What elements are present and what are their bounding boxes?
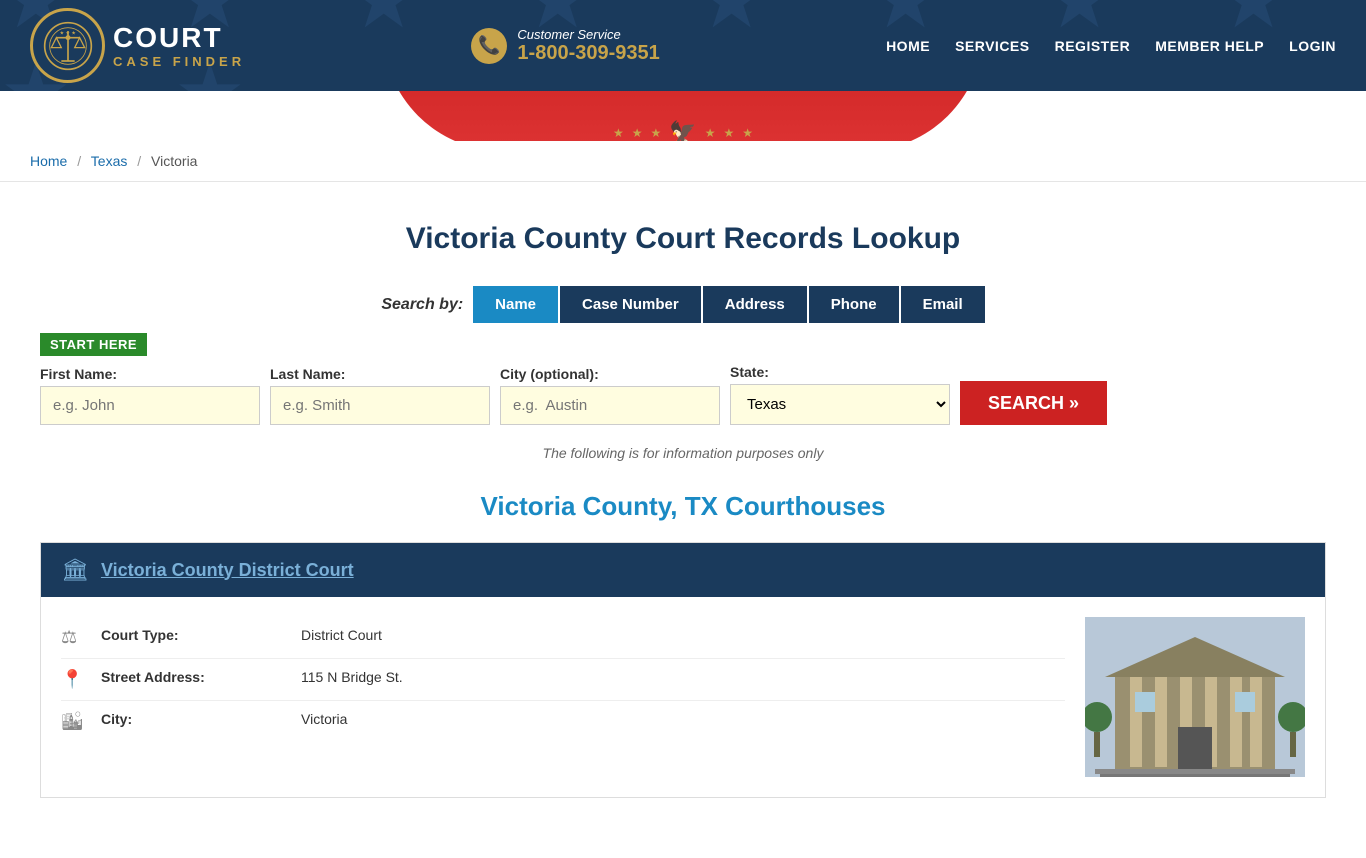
- last-name-input[interactable]: [270, 386, 490, 425]
- star-right-3: ★: [742, 126, 753, 140]
- courthouse-card: 🏛 Victoria County District Court ⚖ Court…: [40, 542, 1326, 798]
- courthouse-image: [1085, 617, 1305, 777]
- courthouse-details: ⚖ Court Type: District Court 📍 Street Ad…: [61, 617, 1065, 777]
- courthouses-title: Victoria County, TX Courthouses: [40, 491, 1326, 522]
- court-type-value: District Court: [301, 627, 382, 643]
- detail-street: 📍 Street Address: 115 N Bridge St.: [61, 659, 1065, 701]
- star-left-1: ★: [613, 126, 624, 140]
- star-left-3: ★: [651, 126, 662, 140]
- cs-text: Customer Service 1-800-309-9351: [517, 27, 659, 65]
- info-text: The following is for information purpose…: [40, 445, 1326, 461]
- nav-services[interactable]: SERVICES: [955, 38, 1030, 54]
- street-label: Street Address:: [101, 669, 301, 685]
- city-label: City (optional):: [500, 366, 720, 382]
- detail-city: 🏙 City: Victoria: [61, 701, 1065, 742]
- site-header: ★ ★ ★ ★ ★ ★ ★ ★ ★ ★ ★ ★ ★ COURT CASE FIN…: [0, 0, 1366, 91]
- logo-text: COURT CASE FINDER: [113, 22, 245, 69]
- court-type-icon: ⚖: [61, 627, 91, 648]
- city-detail-value: Victoria: [301, 711, 347, 727]
- state-select[interactable]: AlabamaAlaskaArizonaArkansasCaliforniaCo…: [730, 384, 950, 425]
- last-name-field: Last Name:: [270, 366, 490, 425]
- arch-banner: ★ ★ ★ 🦅 ★ ★ ★: [0, 91, 1366, 141]
- star-right-1: ★: [705, 126, 716, 140]
- breadcrumb-state[interactable]: Texas: [91, 153, 128, 169]
- search-form: First Name: Last Name: City (optional): …: [40, 364, 1326, 425]
- city-detail-label: City:: [101, 711, 301, 727]
- nav-member-help[interactable]: MEMBER HELP: [1155, 38, 1264, 54]
- eagle-stars: ★ ★ ★ 🦅 ★ ★ ★: [613, 120, 753, 141]
- arch-inner: ★ ★ ★ 🦅 ★ ★ ★: [383, 91, 983, 141]
- logo-court-label: COURT: [113, 22, 245, 54]
- svg-text:★ ★ ★: ★ ★ ★: [59, 30, 76, 36]
- main-content: Victoria County Court Records Lookup Sea…: [0, 182, 1366, 858]
- tab-case-number[interactable]: Case Number: [560, 286, 701, 323]
- breadcrumb-sep-2: /: [137, 153, 141, 169]
- cs-number: 1-800-309-9351: [517, 42, 659, 65]
- detail-court-type: ⚖ Court Type: District Court: [61, 617, 1065, 659]
- logo-case-finder-label: CASE FINDER: [113, 54, 245, 69]
- logo-circle: ★ ★ ★: [30, 8, 105, 83]
- state-label: State:: [730, 364, 950, 380]
- city-icon: 🏙: [61, 711, 91, 732]
- main-nav: HOME SERVICES REGISTER MEMBER HELP LOGIN: [886, 38, 1336, 54]
- tab-phone[interactable]: Phone: [809, 286, 899, 323]
- cs-label: Customer Service: [517, 27, 659, 42]
- courthouse-icon: 🏛: [61, 557, 89, 583]
- search-button[interactable]: SEARCH »: [960, 381, 1107, 425]
- city-input[interactable]: [500, 386, 720, 425]
- search-by-label: Search by:: [381, 296, 463, 314]
- phone-icon: 📞: [471, 28, 507, 64]
- customer-service-area: 📞 Customer Service 1-800-309-9351: [471, 27, 659, 65]
- star-left-2: ★: [632, 126, 643, 140]
- courthouse-building-svg: [1085, 617, 1305, 777]
- state-field: State: AlabamaAlaskaArizonaArkansasCalif…: [730, 364, 950, 425]
- courthouse-header: 🏛 Victoria County District Court: [41, 543, 1325, 597]
- star-right-2: ★: [723, 126, 734, 140]
- street-icon: 📍: [61, 669, 91, 690]
- nav-register[interactable]: REGISTER: [1055, 38, 1131, 54]
- eagle-icon: 🦅: [669, 120, 696, 141]
- nav-login[interactable]: LOGIN: [1289, 38, 1336, 54]
- search-by-row: Search by: Name Case Number Address Phon…: [40, 286, 1326, 323]
- breadcrumb-county: Victoria: [151, 153, 197, 169]
- nav-home[interactable]: HOME: [886, 38, 930, 54]
- start-here-badge: START HERE: [40, 333, 147, 356]
- court-type-label: Court Type:: [101, 627, 301, 643]
- first-name-label: First Name:: [40, 366, 260, 382]
- breadcrumb: Home / Texas / Victoria: [0, 141, 1366, 182]
- page-title: Victoria County Court Records Lookup: [40, 222, 1326, 256]
- tab-email[interactable]: Email: [901, 286, 985, 323]
- logo-area: ★ ★ ★ COURT CASE FINDER: [30, 8, 245, 83]
- courthouse-name-link[interactable]: Victoria County District Court: [101, 560, 354, 581]
- first-name-input[interactable]: [40, 386, 260, 425]
- tab-name[interactable]: Name: [473, 286, 558, 323]
- breadcrumb-home[interactable]: Home: [30, 153, 67, 169]
- city-field: City (optional):: [500, 366, 720, 425]
- courthouse-body: ⚖ Court Type: District Court 📍 Street Ad…: [41, 597, 1325, 797]
- breadcrumb-sep-1: /: [77, 153, 81, 169]
- tab-address[interactable]: Address: [703, 286, 807, 323]
- last-name-label: Last Name:: [270, 366, 490, 382]
- first-name-field: First Name:: [40, 366, 260, 425]
- form-container: START HERE First Name: Last Name: City (…: [40, 333, 1326, 425]
- street-value: 115 N Bridge St.: [301, 669, 403, 685]
